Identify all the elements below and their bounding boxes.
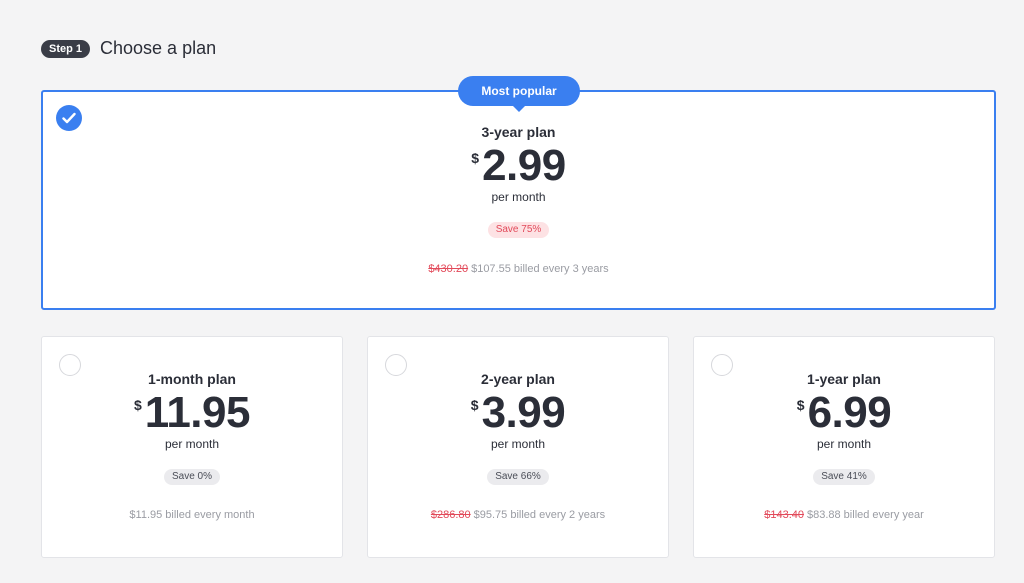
billing-text: $107.55 billed every 3 years <box>471 263 609 275</box>
price-period: per month <box>816 437 872 451</box>
price-row: $ 2.99 <box>43 144 994 188</box>
billing-text: $11.95 billed every month <box>129 509 255 521</box>
billing-info: $11.95 billed every month <box>42 509 342 521</box>
original-price: $286.80 <box>430 509 471 521</box>
billing-text: $95.75 billed every 2 years <box>473 509 606 521</box>
currency-symbol: $ <box>470 397 479 413</box>
price-amount: 11.95 <box>144 388 251 437</box>
savings-badge: Save 75% <box>487 222 550 238</box>
plan-radio[interactable] <box>59 354 81 376</box>
plan-card-2-year[interactable]: 2-year plan $ 3.99 per month Save 66% $2… <box>367 336 669 558</box>
price-amount: 3.99 <box>481 388 566 437</box>
price-amount: 6.99 <box>807 388 892 437</box>
currency-symbol: $ <box>134 397 142 413</box>
billing-text: $83.88 billed every year <box>806 509 924 521</box>
price-row: $ 3.99 <box>368 391 668 435</box>
selected-check-icon[interactable] <box>56 105 82 131</box>
plan-radio[interactable] <box>711 354 733 376</box>
billing-info: $143.40 $83.88 billed every year <box>694 509 994 521</box>
price-period: per month <box>164 437 220 451</box>
savings-badge: Save 41% <box>813 469 875 485</box>
most-popular-badge: Most popular <box>458 76 580 112</box>
price-row: $ 6.99 <box>694 391 994 435</box>
plan-radio[interactable] <box>385 354 407 376</box>
price-period: per month <box>490 437 546 451</box>
plan-card-1-month[interactable]: 1-month plan $ 11.95 per month Save 0% $… <box>41 336 343 558</box>
price-amount: 2.99 <box>482 141 566 190</box>
plan-card-3-year[interactable]: Most popular 3-year plan $ 2.99 per mont… <box>41 76 996 310</box>
page-title: Choose a plan <box>100 38 217 58</box>
step-header: Step 1 Choose a plan <box>41 38 216 59</box>
original-price: $430.20 <box>428 263 469 275</box>
plan-name: 2-year plan <box>481 371 555 387</box>
savings-badge: Save 0% <box>163 469 221 485</box>
plan-name: 1-year plan <box>807 371 881 387</box>
billing-info: $286.80 $95.75 billed every 2 years <box>368 509 668 521</box>
savings-badge: Save 66% <box>487 469 549 485</box>
price-row: $ 11.95 <box>42 391 342 435</box>
original-price: $143.40 <box>764 509 804 521</box>
plan-card-1-year[interactable]: 1-year plan $ 6.99 per month Save 41% $1… <box>693 336 995 558</box>
plan-name: 3-year plan <box>481 124 556 140</box>
billing-info: $430.20 $107.55 billed every 3 years <box>43 263 994 275</box>
price-period: per month <box>491 190 546 204</box>
plan-selection-page: Step 1 Choose a plan Most popular 3-year… <box>0 0 1024 583</box>
currency-symbol: $ <box>796 397 805 413</box>
currency-symbol: $ <box>471 150 480 166</box>
plan-name: 1-month plan <box>148 371 236 387</box>
step-badge: Step 1 <box>41 39 91 58</box>
